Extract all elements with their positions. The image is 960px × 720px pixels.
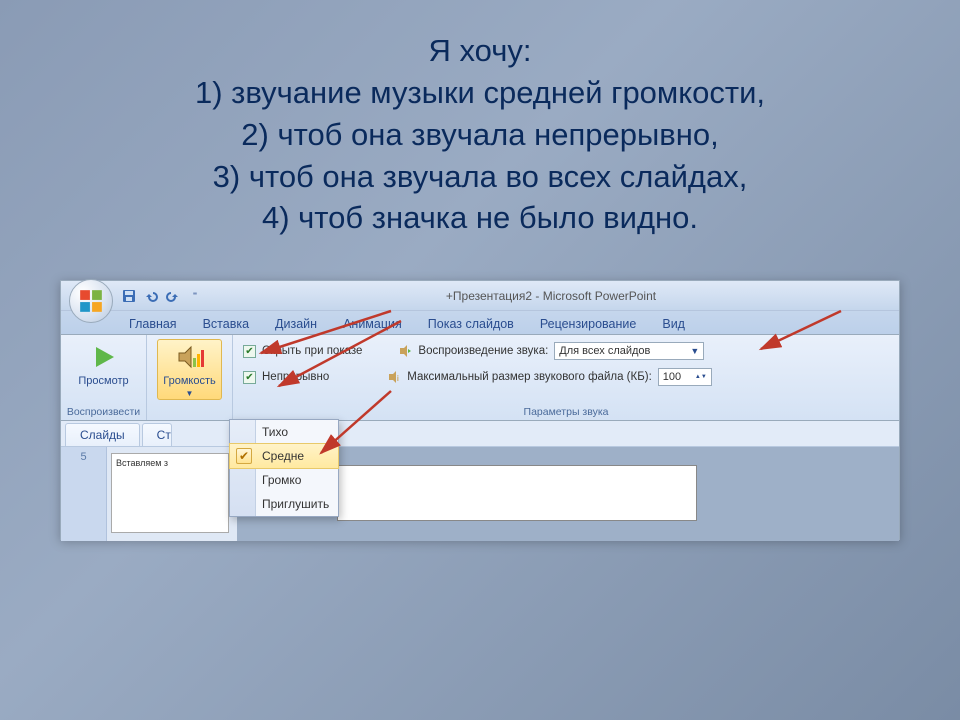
- undo-icon[interactable]: [143, 288, 159, 304]
- filesize-icon: i: [387, 370, 401, 384]
- tab-slides[interactable]: Слайды: [65, 423, 140, 446]
- sound-play-icon: [398, 344, 412, 358]
- save-icon[interactable]: [121, 288, 137, 304]
- heading: Я хочу: [429, 33, 523, 68]
- qat-more-icon[interactable]: ⁼: [187, 288, 203, 304]
- hide-checkbox[interactable]: ✔: [243, 345, 256, 358]
- redo-icon[interactable]: [165, 288, 181, 304]
- tab-home[interactable]: Главная: [121, 314, 185, 334]
- line-1: 1) звучание музыки средней громкости: [195, 75, 756, 110]
- slide-canvas[interactable]: [337, 465, 697, 521]
- speaker-icon: [174, 341, 206, 373]
- volume-button[interactable]: Громкость ▼: [157, 339, 221, 400]
- tab-insert[interactable]: Вставка: [195, 314, 257, 334]
- playback-combo[interactable]: Для всех слайдов ▼: [554, 342, 704, 360]
- office-button[interactable]: [69, 279, 113, 323]
- sound-options: ✔ Скрыть при показе Воспроизведение звук…: [233, 335, 899, 420]
- line-2: 2) чтоб она звучала непрерывно: [241, 117, 710, 152]
- tab-animation[interactable]: Анимация: [335, 314, 410, 334]
- tab-structure[interactable]: Стр: [142, 423, 172, 446]
- thumb-gutter: 5: [61, 447, 107, 541]
- line-4: 4) чтоб значка не было видно: [262, 200, 689, 235]
- group-volume: Громкость ▼: [147, 335, 233, 420]
- tab-view[interactable]: Вид: [654, 314, 693, 334]
- hide-label: Скрыть при показе: [262, 345, 362, 357]
- chevron-down-icon: ▼: [684, 346, 699, 356]
- preview-button[interactable]: Просмотр: [72, 339, 134, 389]
- maxsize-label: Максимальный размер звукового файла (КБ)…: [407, 371, 652, 383]
- pane-tabs: Слайды Стр: [61, 421, 899, 447]
- group-preview: Просмотр Воспроизвести: [61, 335, 147, 420]
- group-label-params: Параметры звука: [243, 406, 889, 418]
- loop-label: Непрерывно: [262, 371, 329, 383]
- quick-access-toolbar: ⁼: [121, 288, 203, 304]
- instruction-text: Я хочу: 1) звучание музыки средней громк…: [0, 0, 960, 239]
- loop-checkbox[interactable]: ✔: [243, 371, 256, 384]
- ribbon: Просмотр Воспроизвести Громкость ▼: [61, 335, 899, 421]
- svg-text:i: i: [397, 374, 399, 383]
- play-icon: [88, 341, 120, 373]
- playback-label: Воспроизведение звука:: [418, 345, 548, 357]
- window-title: +Презентация2 - Microsoft PowerPoint: [203, 289, 899, 303]
- volume-item-quiet[interactable]: Тихо: [230, 420, 338, 444]
- check-icon: ✔: [236, 448, 252, 464]
- office-logo-icon: [78, 288, 104, 314]
- tab-slideshow[interactable]: Показ слайдов: [420, 314, 522, 334]
- ribbon-tabs: Главная Вставка Дизайн Анимация Показ сл…: [61, 311, 899, 335]
- slide-number: 5: [80, 451, 86, 463]
- volume-item-medium[interactable]: ✔ Средне: [229, 443, 339, 469]
- editor-pane: 5 Вставляем з: [61, 447, 899, 541]
- volume-dropdown: Тихо ✔ Средне Громко Приглушить: [229, 419, 339, 517]
- thumbnail-panel: Вставляем з: [107, 447, 237, 541]
- line-3: 3) чтоб она звучала во всех слайдах: [213, 159, 739, 194]
- group-label-preview: Воспроизвести: [61, 406, 146, 418]
- tab-review[interactable]: Рецензирование: [532, 314, 645, 334]
- chevron-down-icon: ▼: [186, 389, 194, 398]
- volume-item-loud[interactable]: Громко: [230, 468, 338, 492]
- tab-design[interactable]: Дизайн: [267, 314, 325, 334]
- slide-thumbnail[interactable]: Вставляем з: [111, 453, 229, 533]
- maxsize-input[interactable]: 100 ▲▼: [658, 368, 712, 386]
- volume-item-mute[interactable]: Приглушить: [230, 492, 338, 516]
- title-bar: ⁼ +Презентация2 - Microsoft PowerPoint: [61, 281, 899, 311]
- powerpoint-window: ⁼ +Презентация2 - Microsoft PowerPoint Г…: [60, 280, 900, 540]
